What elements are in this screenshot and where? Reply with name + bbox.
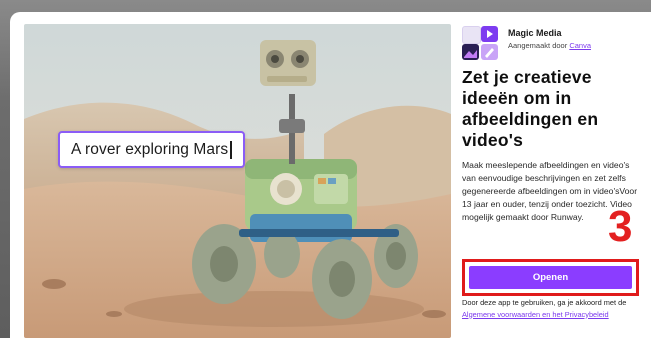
app-meta: Magic Media Aangemaakt door Canva <box>508 26 591 50</box>
open-button[interactable]: Openen <box>469 266 632 289</box>
app-detail-modal: A rover exploring Mars Magic Media Aange… <box>10 12 651 338</box>
terms-privacy-link[interactable]: Algemene voorwaarden en het Privacybelei… <box>462 310 609 319</box>
app-author: Aangemaakt door Canva <box>508 41 591 50</box>
author-prefix: Aangemaakt door <box>508 41 568 50</box>
annotation-number: 3 <box>608 202 633 251</box>
scene-tile-icon <box>462 44 479 60</box>
hero-image: A rover exploring Mars <box>24 24 451 338</box>
app-headline: Zet je creatieve ideeën om in afbeelding… <box>462 67 599 150</box>
app-info-panel: Magic Media Aangemaakt door Canva Zet je… <box>462 12 651 338</box>
canva-link[interactable]: Canva <box>569 41 591 50</box>
terms-prefix: Door deze app te gebruiken, ga je akkoor… <box>462 298 627 307</box>
terms-notice: Door deze app te gebruiken, ga je akkoor… <box>462 297 647 320</box>
image-tile-icon <box>462 26 481 44</box>
app-name: Magic Media <box>508 28 562 38</box>
pencil-tile-icon <box>481 44 498 60</box>
prompt-text: A rover exploring Mars <box>71 140 229 158</box>
play-tile-icon <box>481 26 498 42</box>
text-caret <box>230 140 232 159</box>
prompt-text-field: A rover exploring Mars <box>58 131 245 168</box>
magic-media-app-icon <box>462 26 499 60</box>
app-header: Magic Media Aangemaakt door Canva <box>462 26 591 60</box>
highlight-box: Openen <box>462 259 639 296</box>
